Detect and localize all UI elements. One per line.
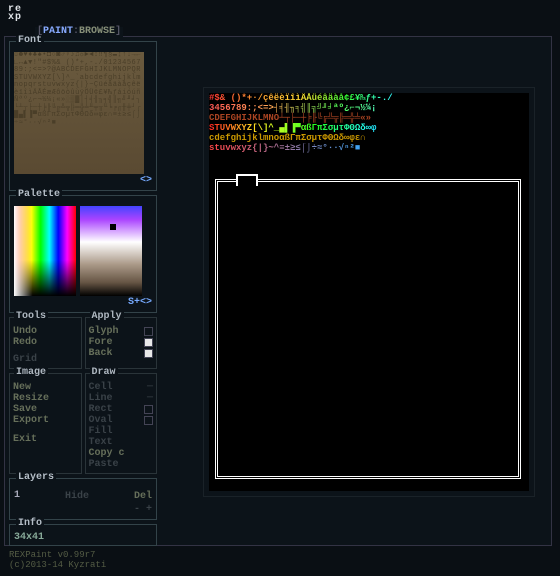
rect-mode[interactable] bbox=[144, 405, 153, 414]
image-panel: Image New Resize Save Export Exit bbox=[9, 373, 82, 474]
apply-title: Apply bbox=[90, 312, 124, 322]
app-logo: rexp bbox=[8, 6, 22, 22]
copyright-text: (c)2013-14 Kyzrati bbox=[9, 560, 157, 570]
layer-id[interactable]: 1 bbox=[14, 491, 20, 502]
palette-title: Palette bbox=[16, 190, 62, 200]
layer-up[interactable]: + bbox=[146, 504, 152, 515]
tools-panel: Tools Undo Redo Grid bbox=[9, 317, 82, 369]
layers-panel: Layers 1 Hide Del - + bbox=[9, 478, 157, 520]
draw-text[interactable]: Text bbox=[89, 437, 154, 448]
copy-button[interactable]: Copy c bbox=[89, 448, 154, 459]
palette-panel: Palette S+<> bbox=[9, 195, 157, 313]
apply-fore[interactable]: Fore bbox=[89, 337, 113, 348]
palette-shade[interactable] bbox=[80, 206, 142, 296]
bracket: ] bbox=[115, 26, 121, 37]
paste-button[interactable]: Paste bbox=[89, 459, 154, 470]
canvas[interactable]: #$& ()*+·/çêëèïîìÄÅüéâäàå¢£¥₧ƒ+-./ 34567… bbox=[209, 93, 529, 491]
new-button[interactable]: New bbox=[13, 382, 78, 393]
font-nav[interactable]: <> bbox=[14, 176, 152, 186]
image-title: Image bbox=[14, 368, 48, 378]
export-button[interactable]: Export bbox=[13, 415, 78, 426]
exit-button[interactable]: Exit bbox=[13, 434, 78, 445]
redo-button[interactable]: Redo bbox=[13, 337, 78, 348]
glyph-check[interactable] bbox=[144, 327, 153, 336]
palette-nav[interactable]: S+<> bbox=[14, 298, 152, 308]
apply-panel: Apply Glyph Fore Back bbox=[85, 317, 158, 369]
font-title: Font bbox=[16, 36, 44, 46]
font-panel: Font <> bbox=[9, 41, 157, 191]
layers-title: Layers bbox=[16, 473, 56, 483]
apply-back[interactable]: Back bbox=[89, 348, 113, 359]
draw-cell[interactable]: Cell bbox=[89, 382, 113, 393]
palette-hue[interactable] bbox=[14, 206, 76, 296]
draw-title: Draw bbox=[90, 368, 118, 378]
tools-title: Tools bbox=[14, 312, 48, 322]
tab-browse[interactable]: BROWSE bbox=[79, 26, 115, 37]
sidebar: Font <> Palette S+<> Tools Undo Redo Gri… bbox=[9, 41, 157, 570]
apply-glyph[interactable]: Glyph bbox=[89, 326, 119, 337]
fore-swatch[interactable] bbox=[144, 338, 153, 347]
tab-paint[interactable]: PAINT bbox=[43, 26, 73, 37]
info-title: Info bbox=[16, 519, 44, 529]
back-swatch[interactable] bbox=[144, 349, 153, 358]
save-button[interactable]: Save bbox=[13, 404, 78, 415]
hide-layer[interactable]: Hide bbox=[65, 491, 89, 502]
draw-line[interactable]: Line bbox=[89, 393, 113, 404]
draw-oval[interactable]: Oval bbox=[89, 415, 113, 426]
draw-rect[interactable]: Rect bbox=[89, 404, 113, 415]
footer: REXPaint v0.99r7 (c)2013-14 Kyzrati bbox=[9, 550, 157, 570]
box-drawing bbox=[215, 179, 521, 479]
canvas-dims: 34x41 bbox=[14, 533, 152, 543]
grid-toggle[interactable]: Grid bbox=[13, 354, 78, 365]
info-panel: Info 34x41 bbox=[9, 524, 157, 546]
version-text: REXPaint v0.99r7 bbox=[9, 550, 157, 560]
draw-panel: Draw Cell─ Line─ Rect Oval Fill Text Cop… bbox=[85, 373, 158, 474]
delete-layer[interactable]: Del bbox=[134, 491, 152, 502]
main-window: [PAINT:BROWSE] Font <> Palette S+<> Tool… bbox=[4, 36, 552, 546]
oval-mode[interactable] bbox=[144, 416, 153, 425]
sample-art: #$& ()*+·/çêëèïîìÄÅüéâäàå¢£¥₧ƒ+-./ 34567… bbox=[209, 93, 529, 171]
draw-fill[interactable]: Fill bbox=[89, 426, 154, 437]
mode-tabs: [PAINT:BROWSE] bbox=[35, 27, 123, 37]
resize-button[interactable]: Resize bbox=[13, 393, 78, 404]
glyph-grid[interactable] bbox=[14, 52, 144, 174]
undo-button[interactable]: Undo bbox=[13, 326, 78, 337]
layer-down[interactable]: - bbox=[134, 504, 140, 515]
